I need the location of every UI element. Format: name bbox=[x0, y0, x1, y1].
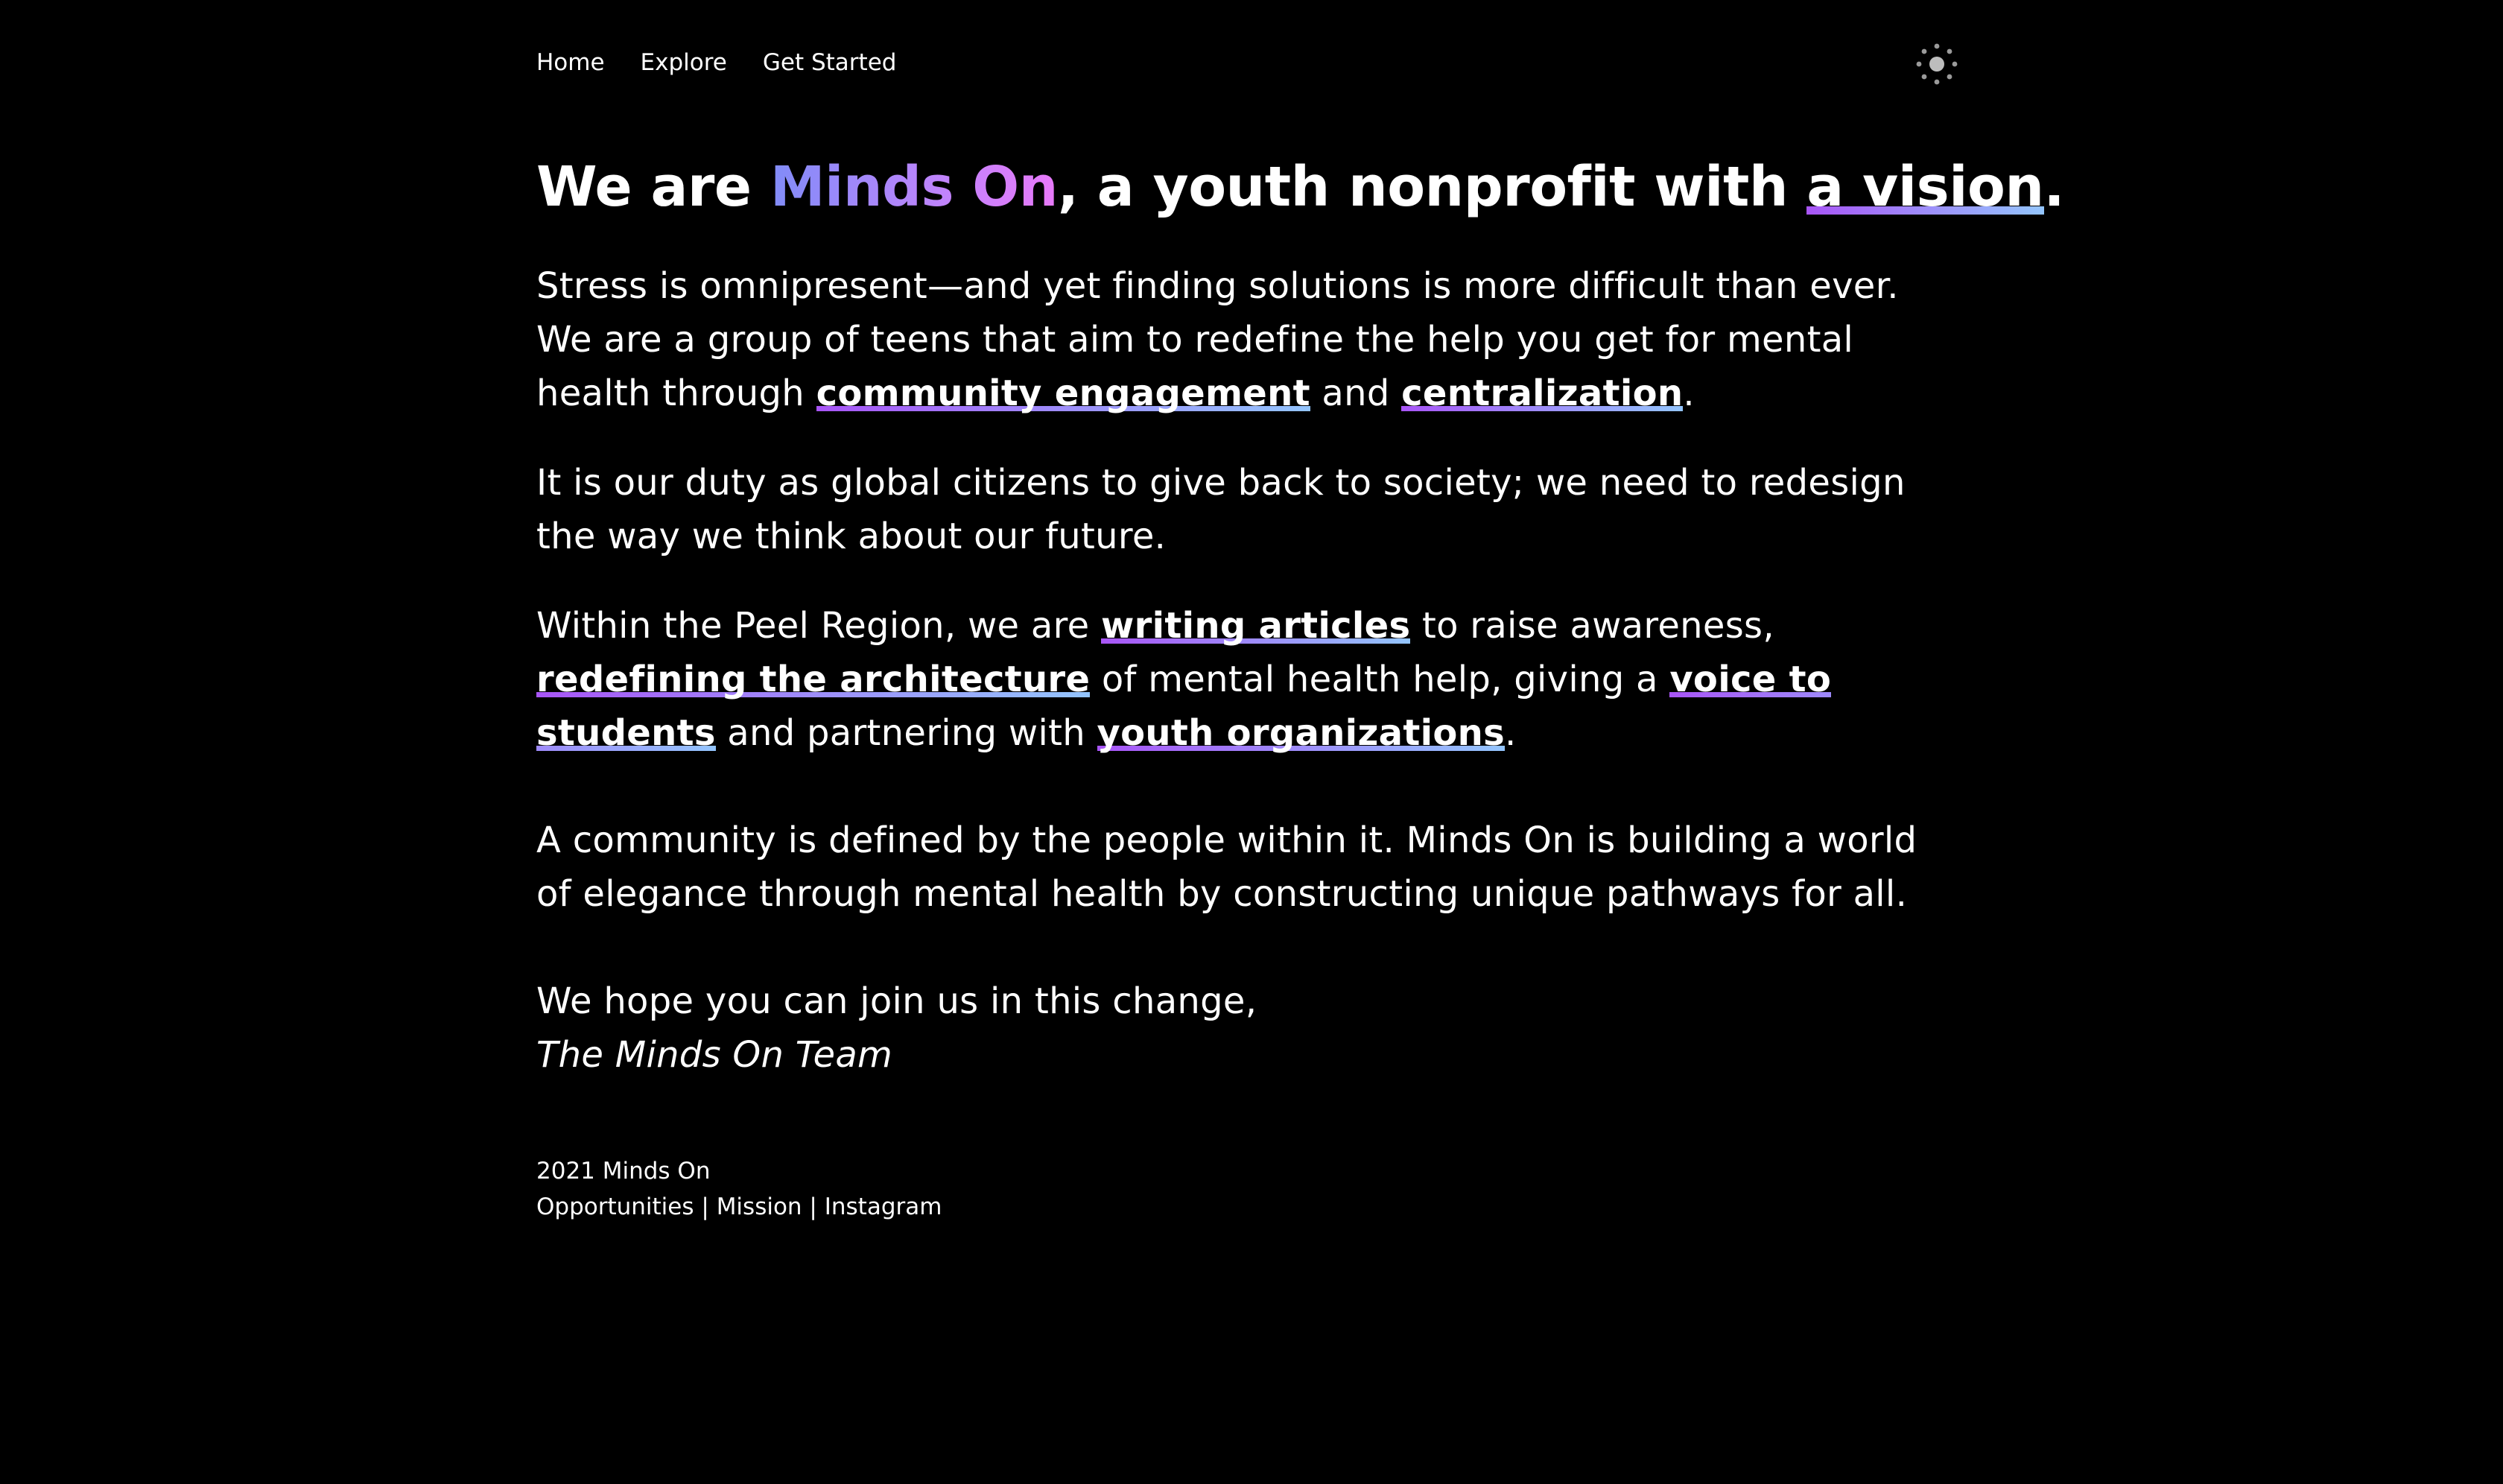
headline-suffix: . bbox=[2043, 155, 2065, 219]
p1-text-3: . bbox=[1683, 372, 1695, 414]
footer-links: Opportunities | Mission | Instagram bbox=[536, 1189, 942, 1225]
intro-paragraph: Stress is omnipresent—and yet finding so… bbox=[536, 259, 1958, 420]
community-paragraph: A community is defined by the people wit… bbox=[536, 819, 1917, 915]
redefining-architecture-link[interactable]: redefining the architecture bbox=[536, 659, 1091, 700]
p3-text-5: . bbox=[1504, 712, 1517, 754]
writing-articles-link[interactable]: writing articles bbox=[1101, 605, 1411, 647]
p3-text-4: and partnering with bbox=[715, 712, 1097, 754]
p3-text-2: to raise awareness, bbox=[1410, 605, 1774, 647]
headline-prefix: We are bbox=[536, 155, 770, 219]
closing-paragraph: We hope you can join us in this change, T… bbox=[536, 974, 1958, 1082]
theme-toggle-button[interactable] bbox=[1913, 40, 1961, 88]
nav-explore-link[interactable]: Explore bbox=[641, 49, 727, 76]
sun-icon bbox=[1916, 43, 1958, 85]
closing-line: We hope you can join us in this change, bbox=[536, 980, 1257, 1022]
footer-link-mission[interactable]: Mission bbox=[717, 1193, 802, 1220]
p1-text-2: and bbox=[1310, 372, 1402, 414]
page-headline: We are Minds On, a youth nonprofit with … bbox=[536, 155, 2065, 219]
nav-get-started-link[interactable]: Get Started bbox=[763, 49, 897, 76]
team-signature: The Minds On Team bbox=[536, 1034, 893, 1076]
community-engagement-link[interactable]: community engagement bbox=[816, 372, 1310, 414]
centralization-link[interactable]: centralization bbox=[1401, 372, 1684, 414]
duty-paragraph: It is our duty as global citizens to giv… bbox=[536, 462, 1906, 557]
p3-text-1: Within the Peel Region, we are bbox=[536, 605, 1101, 647]
top-nav: Home Explore Get Started bbox=[536, 49, 896, 76]
youth-organizations-link[interactable]: youth organizations bbox=[1097, 712, 1505, 754]
nav-home-link[interactable]: Home bbox=[536, 49, 605, 76]
footer-link-opportunities[interactable]: Opportunities bbox=[536, 1193, 694, 1220]
p3-text-3: of mental health help, giving a bbox=[1090, 659, 1670, 700]
footer-separator: | bbox=[694, 1193, 717, 1220]
brand-name: Minds On bbox=[770, 155, 1059, 219]
vision-link[interactable]: a vision bbox=[1806, 155, 2044, 219]
page-footer: 2021 Minds On Opportunities | Mission | … bbox=[536, 1153, 942, 1225]
peel-region-paragraph: Within the Peel Region, we are writing a… bbox=[536, 599, 1958, 760]
footer-link-instagram[interactable]: Instagram bbox=[825, 1193, 942, 1220]
headline-middle: , a youth nonprofit with bbox=[1057, 155, 1807, 219]
footer-separator: | bbox=[802, 1193, 825, 1220]
footer-copyright: 2021 Minds On bbox=[536, 1158, 711, 1185]
